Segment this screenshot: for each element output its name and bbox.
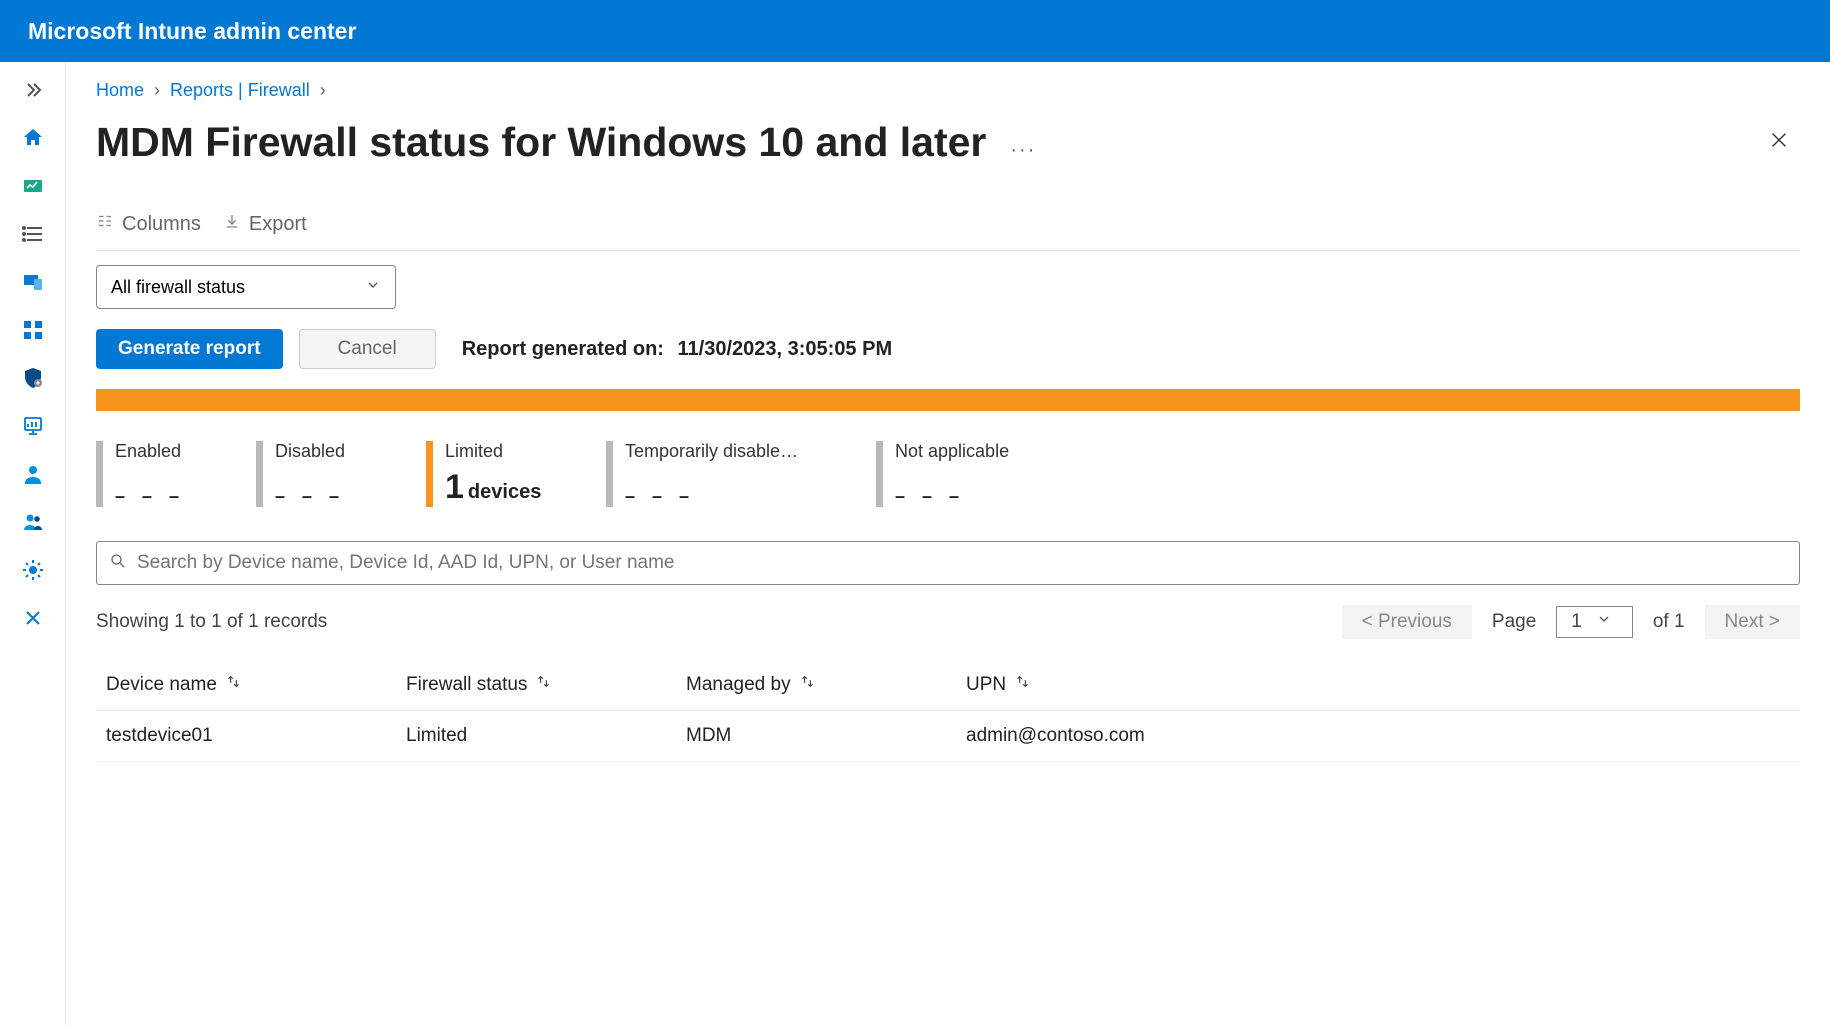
export-button[interactable]: Export bbox=[223, 212, 307, 236]
tile-value: – – – bbox=[625, 486, 805, 507]
dashboard-icon[interactable] bbox=[19, 172, 47, 200]
tile-temp-disabled: Temporarily disabled (def… – – – bbox=[606, 441, 846, 507]
tenant-admin-icon[interactable] bbox=[19, 556, 47, 584]
tile-label: Enabled bbox=[115, 441, 185, 462]
showing-records-label: Showing 1 to 1 of 1 records bbox=[96, 611, 327, 633]
columns-label: Columns bbox=[122, 213, 201, 236]
tile-bar bbox=[876, 441, 883, 507]
page-label: Page bbox=[1492, 611, 1536, 633]
cell-firewall-status: Limited bbox=[406, 725, 686, 747]
page-number: 1 bbox=[1571, 611, 1582, 633]
groups-icon[interactable] bbox=[19, 508, 47, 536]
chevron-down-icon bbox=[1596, 611, 1612, 633]
tile-unit: devices bbox=[468, 481, 541, 503]
page-of-label: of 1 bbox=[1653, 611, 1685, 633]
previous-page-button[interactable]: < Previous bbox=[1342, 605, 1472, 639]
col-label: Firewall status bbox=[406, 674, 527, 696]
filter-selected-label: All firewall status bbox=[111, 277, 245, 298]
search-box[interactable] bbox=[96, 541, 1800, 585]
apps-icon[interactable] bbox=[19, 316, 47, 344]
next-page-button[interactable]: Next > bbox=[1705, 605, 1800, 639]
cancel-button[interactable]: Cancel bbox=[299, 329, 436, 369]
tile-count: 1 bbox=[445, 468, 464, 506]
list-icon[interactable] bbox=[19, 220, 47, 248]
tile-label: Disabled bbox=[275, 441, 345, 462]
generate-row: Generate report Cancel Report generated … bbox=[96, 329, 1800, 369]
page-title: MDM Firewall status for Windows 10 and l… bbox=[96, 119, 986, 166]
report-generated-meta: Report generated on: 11/30/2023, 3:05:05… bbox=[462, 338, 892, 361]
reports-icon[interactable] bbox=[19, 412, 47, 440]
status-filter-select[interactable]: All firewall status bbox=[96, 265, 396, 309]
breadcrumb-home[interactable]: Home bbox=[96, 80, 144, 101]
col-firewall-status[interactable]: Firewall status bbox=[406, 673, 686, 696]
toolbar: Columns Export bbox=[96, 212, 1800, 251]
tile-value: – – – bbox=[115, 486, 185, 507]
sort-icon bbox=[1014, 673, 1031, 696]
main-content: Home › Reports | Firewall › MDM Firewall… bbox=[66, 62, 1830, 1025]
tile-value: – – – bbox=[895, 486, 1009, 507]
tile-not-applicable: Not applicable – – – bbox=[876, 441, 1056, 507]
col-label: Managed by bbox=[686, 674, 791, 696]
close-icon[interactable] bbox=[1768, 129, 1790, 156]
expand-rail-icon[interactable] bbox=[19, 76, 47, 104]
app-title: Microsoft Intune admin center bbox=[28, 18, 356, 45]
tools-icon[interactable] bbox=[19, 604, 47, 632]
devices-icon[interactable] bbox=[19, 268, 47, 296]
col-upn[interactable]: UPN bbox=[966, 673, 1790, 696]
tile-bar bbox=[426, 441, 433, 507]
chevron-right-icon: › bbox=[154, 80, 160, 101]
generate-report-button[interactable]: Generate report bbox=[96, 329, 283, 369]
export-label: Export bbox=[249, 213, 307, 236]
tile-enabled: Enabled – – – bbox=[96, 441, 226, 507]
report-generated-value: 11/30/2023, 3:05:05 PM bbox=[678, 338, 893, 360]
progress-bar bbox=[96, 389, 1800, 411]
tile-disabled: Disabled – – – bbox=[256, 441, 396, 507]
columns-button[interactable]: Columns bbox=[96, 212, 201, 236]
tile-limited: Limited 1devices bbox=[426, 441, 576, 507]
tile-value: 1devices bbox=[445, 468, 541, 507]
page-title-row: MDM Firewall status for Windows 10 and l… bbox=[96, 119, 1800, 166]
tile-label: Limited bbox=[445, 441, 541, 462]
table-row[interactable]: testdevice01 Limited MDM admin@contoso.c… bbox=[96, 711, 1800, 762]
breadcrumb-reports[interactable]: Reports | Firewall bbox=[170, 80, 310, 101]
columns-icon bbox=[96, 212, 114, 236]
chevron-right-icon: › bbox=[320, 80, 326, 101]
cell-managed-by: MDM bbox=[686, 725, 966, 747]
col-label: Device name bbox=[106, 674, 217, 696]
app-header: Microsoft Intune admin center bbox=[0, 0, 1830, 62]
tile-value: – – – bbox=[275, 486, 345, 507]
home-icon[interactable] bbox=[19, 124, 47, 152]
col-managed-by[interactable]: Managed by bbox=[686, 673, 966, 696]
breadcrumb: Home › Reports | Firewall › bbox=[96, 80, 1800, 101]
col-device-name[interactable]: Device name bbox=[106, 673, 406, 696]
nav-rail bbox=[0, 62, 66, 1025]
tile-label: Temporarily disabled (def… bbox=[625, 441, 805, 462]
tile-bar bbox=[96, 441, 103, 507]
more-icon[interactable]: ··· bbox=[1010, 139, 1036, 162]
tile-bar bbox=[606, 441, 613, 507]
status-tiles: Enabled – – – Disabled – – – Limited 1de… bbox=[96, 441, 1800, 507]
paging-row: Showing 1 to 1 of 1 records < Previous P… bbox=[96, 605, 1800, 639]
sort-icon bbox=[225, 673, 242, 696]
col-label: UPN bbox=[966, 674, 1006, 696]
chevron-down-icon bbox=[365, 277, 381, 298]
cell-upn: admin@contoso.com bbox=[966, 725, 1790, 747]
shield-icon[interactable] bbox=[19, 364, 47, 392]
tile-label: Not applicable bbox=[895, 441, 1009, 462]
tile-bar bbox=[256, 441, 263, 507]
report-generated-label: Report generated on: bbox=[462, 338, 664, 360]
page-select[interactable]: 1 bbox=[1556, 606, 1633, 638]
sort-icon bbox=[535, 673, 552, 696]
download-icon bbox=[223, 212, 241, 236]
results-table: Device name Firewall status Managed by U… bbox=[96, 659, 1800, 762]
search-icon bbox=[109, 552, 127, 575]
user-icon[interactable] bbox=[19, 460, 47, 488]
cell-device-name: testdevice01 bbox=[106, 725, 406, 747]
filter-row: All firewall status bbox=[96, 265, 1800, 309]
table-header-row: Device name Firewall status Managed by U… bbox=[96, 659, 1800, 711]
sort-icon bbox=[799, 673, 816, 696]
search-input[interactable] bbox=[137, 552, 1787, 574]
